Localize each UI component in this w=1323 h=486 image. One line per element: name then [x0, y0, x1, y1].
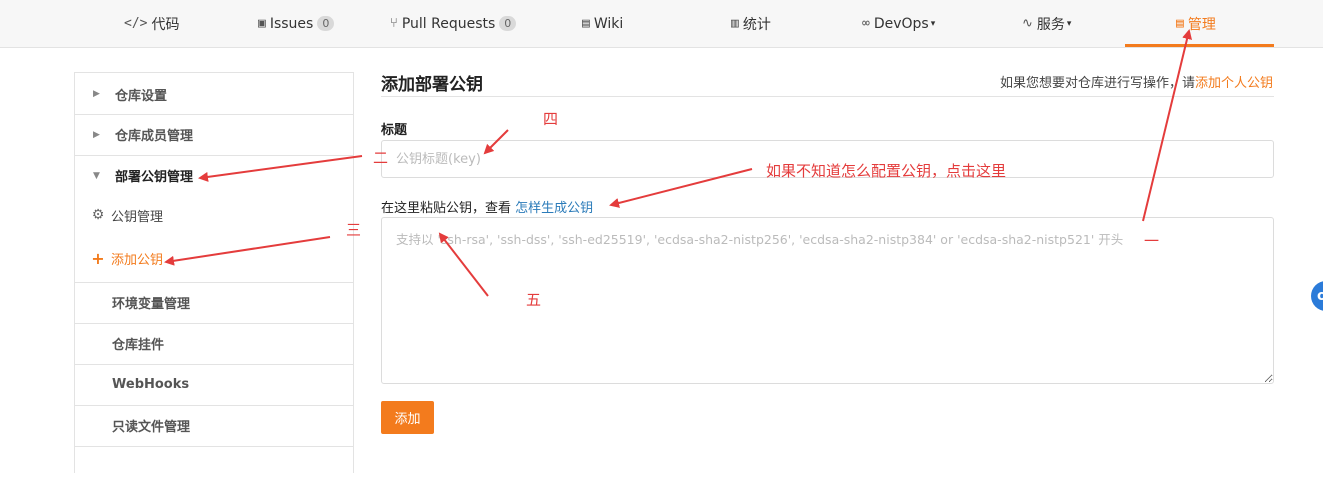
tab-issues-label: Issues: [269, 15, 314, 32]
sidebar-subitem-label: 添加公钥: [111, 252, 164, 268]
sidebar-subitem-add-key[interactable]: + 添加公钥: [75, 238, 353, 278]
tab-devops[interactable]: ∞ DevOps ▾: [862, 0, 935, 47]
sidebar-item-label: 仓库成员管理: [115, 129, 194, 144]
sidebar-item-label: 只读文件管理: [112, 420, 191, 435]
key-field-label: 在这里粘贴公钥，查看 怎样生成公钥: [381, 197, 593, 216]
title-field-label: 标题: [381, 123, 408, 138]
how-to-generate-key-link[interactable]: 怎样生成公钥: [515, 201, 593, 216]
tab-wiki-label: Wiki: [593, 15, 624, 32]
annotation-step-two: 二: [373, 149, 389, 167]
tab-code[interactable]: </> 代码: [124, 0, 179, 47]
pulse-icon: ∿: [1022, 16, 1033, 31]
pull-request-icon: ⑂: [390, 16, 398, 31]
tab-services[interactable]: ∿ 服务 ▾: [1022, 0, 1071, 47]
annotation-step-four: 四: [543, 110, 559, 128]
key-label-text: 在这里粘贴公钥，查看: [381, 201, 512, 216]
public-key-textarea[interactable]: [381, 217, 1274, 384]
plus-icon: +: [91, 248, 105, 268]
sidebar-item-members[interactable]: ▶ 仓库成员管理: [75, 114, 353, 154]
sidebar-subitem-label: 公钥管理: [111, 209, 164, 225]
sidebar-subitem-key-management[interactable]: ⚙ 公钥管理: [75, 195, 353, 235]
sidebar-item-label: 仓库设置: [115, 88, 168, 104]
tab-devops-label: DevOps: [873, 15, 929, 32]
tab-pull-requests[interactable]: ⑂ Pull Requests 0: [390, 0, 517, 47]
bar-chart-icon: ▥: [731, 16, 739, 31]
tab-stats[interactable]: ▥ 统计: [731, 0, 771, 47]
annotation-tip: 如果不知道怎么配置公钥，点击这里: [766, 162, 1007, 180]
sidebar-item-deploy-keys[interactable]: ▼ 部署公钥管理: [75, 155, 353, 195]
floating-button-label: o: [1317, 288, 1323, 304]
annotation-step-three: 三: [346, 221, 362, 239]
tab-stats-label: 统计: [742, 16, 771, 33]
settings-sidebar: ▶ 仓库设置 ▶ 仓库成员管理 ▼ 部署公钥管理 ⚙ 公钥管理 + 添加公钥 环…: [74, 72, 354, 473]
tab-wiki[interactable]: ▤ Wiki: [582, 0, 623, 47]
code-icon: </>: [124, 16, 148, 31]
sidebar-item-webhooks[interactable]: WebHooks: [75, 364, 353, 404]
infinity-icon: ∞: [862, 16, 870, 31]
add-personal-key-link[interactable]: 添加个人公钥: [1195, 76, 1273, 91]
caret-down-icon: ▾: [930, 18, 936, 29]
page-title: 添加部署公钥: [381, 75, 483, 95]
tab-code-label: 代码: [151, 16, 180, 33]
pull-requests-count-badge: 0: [499, 16, 517, 31]
tab-services-label: 服务: [1036, 16, 1065, 33]
tab-manage-label: 管理: [1187, 16, 1216, 33]
active-tab-underline: [1125, 44, 1274, 47]
sidebar-item-repo-settings[interactable]: ▶ 仓库设置: [75, 74, 353, 114]
sidebar-item-widgets[interactable]: 仓库挂件: [75, 323, 353, 363]
sidebar-item-readonly-files[interactable]: 只读文件管理: [75, 405, 353, 445]
sidebar-item-env-vars[interactable]: 环境变量管理: [75, 282, 353, 322]
annotation-step-five: 五: [526, 291, 542, 309]
sidebar-item-label: 部署公钥管理: [115, 170, 194, 185]
issues-count-badge: 0: [317, 16, 335, 31]
sidebar-item-label: 环境变量管理: [112, 297, 191, 312]
repo-nav-bar: </> 代码 ▣ Issues 0 ⑂ Pull Requests 0 ▤ Wi…: [0, 0, 1323, 48]
wiki-icon: ▤: [582, 16, 590, 31]
title-divider: [381, 96, 1274, 97]
tab-issues[interactable]: ▣ Issues 0: [258, 0, 335, 47]
tab-pull-requests-label: Pull Requests: [401, 15, 496, 32]
gear-icon: ⚙: [91, 207, 105, 223]
caret-down-icon: ▾: [1066, 18, 1072, 29]
manage-icon: ▤: [1176, 16, 1184, 31]
sidebar-item-cutoff: [75, 446, 353, 486]
caret-down-icon: ▼: [93, 170, 100, 181]
write-access-hint: 如果您想要对仓库进行写操作，请添加个人公钥: [1000, 72, 1273, 91]
add-key-button[interactable]: 添加: [381, 401, 434, 434]
sidebar-item-label: 仓库挂件: [112, 338, 165, 353]
hint-text: 如果您想要对仓库进行写操作，请: [999, 76, 1195, 91]
annotation-step-one: 一: [1144, 232, 1160, 250]
issues-icon: ▣: [258, 16, 266, 31]
sidebar-item-label: WebHooks: [112, 377, 190, 392]
caret-right-icon: ▶: [93, 89, 100, 99]
arrow-to-manage-tab: [1142, 29, 1192, 222]
tab-manage[interactable]: ▤ 管理: [1176, 0, 1216, 47]
floating-help-button[interactable]: o: [1311, 281, 1323, 311]
caret-right-icon: ▶: [93, 129, 100, 140]
